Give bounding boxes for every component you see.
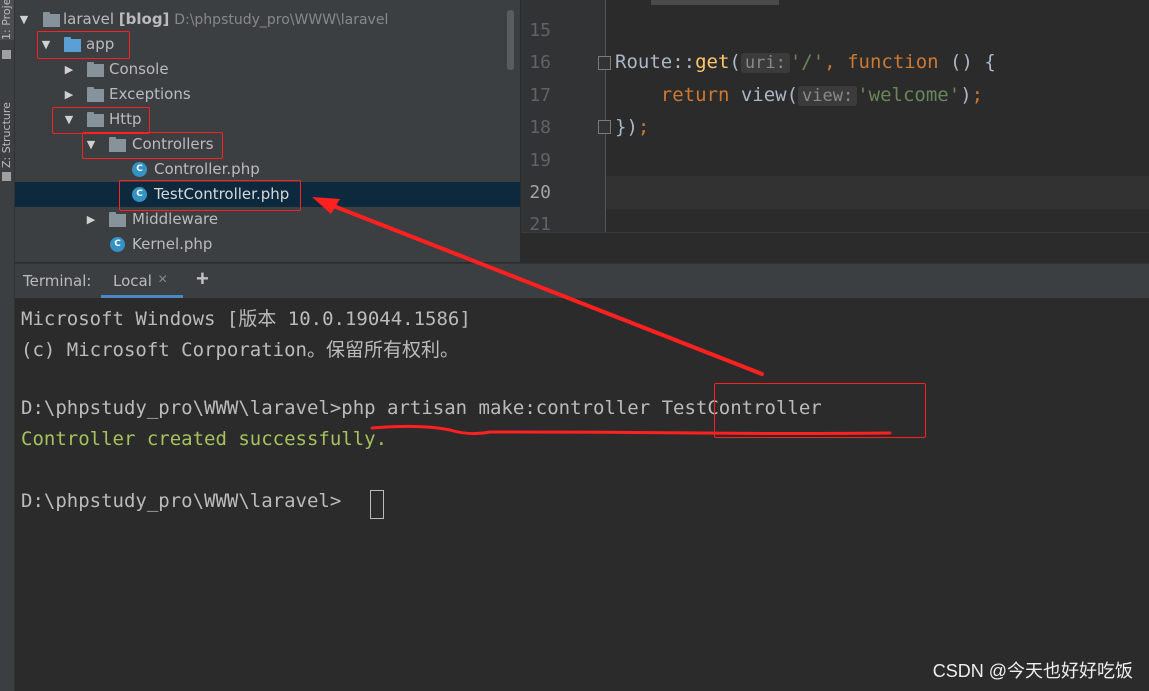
annotation-overlay xyxy=(312,197,892,436)
watermark: CSDN @今天也好好吃饭 xyxy=(932,661,1133,681)
annotation-arrowhead-icon xyxy=(312,197,340,214)
annotation-arrow-icon xyxy=(324,201,764,376)
annotation-underline xyxy=(370,424,892,436)
